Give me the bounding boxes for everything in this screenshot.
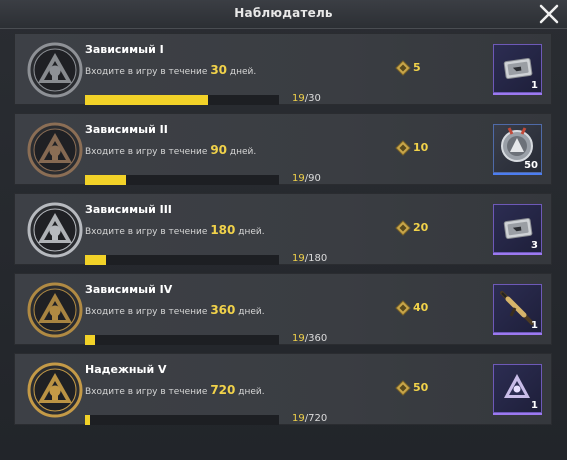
progress-total: /90 bbox=[304, 173, 321, 184]
rank-badge-icon bbox=[27, 42, 83, 98]
points-value: 10 bbox=[413, 141, 429, 154]
rank-name: Зависимый III bbox=[85, 203, 172, 216]
reward-item[interactable]: 1 bbox=[493, 364, 542, 413]
progress-total: /720 bbox=[304, 413, 328, 424]
rank-badge-icon bbox=[27, 282, 83, 338]
rank-name: Зависимый I bbox=[85, 43, 164, 56]
points-value: 5 bbox=[413, 61, 421, 74]
rank-badge-icon bbox=[27, 202, 83, 258]
progress-text: 19/90 bbox=[292, 173, 321, 184]
progress-text: 19/360 bbox=[292, 333, 327, 344]
desc-text: Входите в игру в течение bbox=[85, 227, 208, 237]
achievement-row: Надежный V Входите в игру в течение 720 … bbox=[14, 353, 552, 425]
window-title: Наблюдатель bbox=[234, 6, 333, 20]
achievement-point-icon bbox=[395, 140, 411, 156]
rank-description: Входите в игру в течение 180 дней. bbox=[85, 223, 265, 237]
desc-text: Входите в игру в течение bbox=[85, 307, 208, 317]
achievement-row: Зависимый II Входите в игру в течение 90… bbox=[14, 113, 552, 185]
desc-suffix: дней. bbox=[229, 67, 257, 77]
reward-quantity: 3 bbox=[531, 240, 538, 251]
progress-text: 19/720 bbox=[292, 413, 327, 424]
progress-total: /30 bbox=[304, 93, 321, 104]
progress-total: /360 bbox=[304, 333, 328, 344]
progress-current: 19 bbox=[292, 253, 305, 264]
title-bar: Наблюдатель bbox=[0, 0, 567, 29]
desc-suffix: дней. bbox=[238, 307, 265, 317]
days-value: 30 bbox=[210, 63, 228, 77]
reward-item[interactable]: 50 bbox=[493, 124, 542, 173]
rank-badge-icon bbox=[27, 362, 83, 418]
reward-rarity-line bbox=[493, 173, 542, 175]
rank-description: Входите в игру в течение 90 дней. bbox=[85, 143, 256, 157]
rank-description: Входите в игру в течение 360 дней. bbox=[85, 303, 265, 317]
reward-rarity-line bbox=[493, 93, 542, 95]
progress-fill bbox=[85, 255, 106, 265]
desc-text: Входите в игру в течение bbox=[85, 147, 208, 157]
achievement-row: Зависимый III Входите в игру в течение 1… bbox=[14, 193, 552, 265]
reward-rarity-line bbox=[493, 253, 542, 255]
close-icon[interactable] bbox=[537, 2, 561, 26]
rank-name: Зависимый II bbox=[85, 123, 168, 136]
days-value: 180 bbox=[210, 223, 236, 237]
progress-bar bbox=[85, 95, 279, 105]
reward-quantity: 1 bbox=[531, 320, 538, 331]
desc-suffix: дней. bbox=[229, 147, 257, 157]
reward-item[interactable]: 1 bbox=[493, 284, 542, 333]
rank-name: Надежный V bbox=[85, 363, 167, 376]
progress-current: 19 bbox=[292, 173, 305, 184]
rank-description: Входите в игру в течение 30 дней. bbox=[85, 63, 256, 77]
reward-quantity: 1 bbox=[531, 80, 538, 91]
reward-rarity-line bbox=[493, 333, 542, 335]
progress-current: 19 bbox=[292, 93, 305, 104]
progress-text: 19/30 bbox=[292, 93, 321, 104]
achievement-window: Наблюдатель Зависимый I Входите в игру в… bbox=[0, 0, 567, 460]
progress-text: 19/180 bbox=[292, 253, 327, 264]
reward-quantity: 50 bbox=[524, 160, 538, 171]
achievement-row: Зависимый IV Входите в игру в течение 36… bbox=[14, 273, 552, 345]
points-value: 20 bbox=[413, 221, 429, 234]
points-value: 40 bbox=[413, 301, 429, 314]
desc-text: Входите в игру в течение bbox=[85, 387, 208, 397]
progress-total: /180 bbox=[304, 253, 328, 264]
progress-fill bbox=[85, 175, 126, 185]
progress-bar bbox=[85, 255, 279, 265]
days-value: 90 bbox=[210, 143, 228, 157]
points-value: 50 bbox=[413, 381, 429, 394]
achievement-point-icon bbox=[395, 220, 411, 236]
desc-suffix: дней. bbox=[238, 387, 265, 397]
achievement-point-icon bbox=[395, 60, 411, 76]
achievement-row: Зависимый I Входите в игру в течение 30 … bbox=[14, 33, 552, 105]
rank-badge-icon bbox=[27, 122, 83, 178]
rank-name: Зависимый IV bbox=[85, 283, 173, 296]
rank-description: Входите в игру в течение 720 дней. bbox=[85, 383, 265, 397]
progress-bar bbox=[85, 415, 279, 425]
reward-quantity: 1 bbox=[531, 400, 538, 411]
progress-current: 19 bbox=[292, 333, 305, 344]
progress-fill bbox=[85, 415, 91, 425]
progress-fill bbox=[85, 95, 208, 105]
progress-bar bbox=[85, 175, 279, 185]
progress-bar bbox=[85, 335, 279, 345]
progress-current: 19 bbox=[292, 413, 305, 424]
desc-text: Входите в игру в течение bbox=[85, 67, 208, 77]
reward-item[interactable]: 1 bbox=[493, 44, 542, 93]
reward-item[interactable]: 3 bbox=[493, 204, 542, 253]
days-value: 360 bbox=[210, 303, 236, 317]
achievement-point-icon bbox=[395, 300, 411, 316]
days-value: 720 bbox=[210, 383, 236, 397]
progress-fill bbox=[85, 335, 96, 345]
reward-rarity-line bbox=[493, 413, 542, 415]
desc-suffix: дней. bbox=[238, 227, 265, 237]
achievement-point-icon bbox=[395, 380, 411, 396]
